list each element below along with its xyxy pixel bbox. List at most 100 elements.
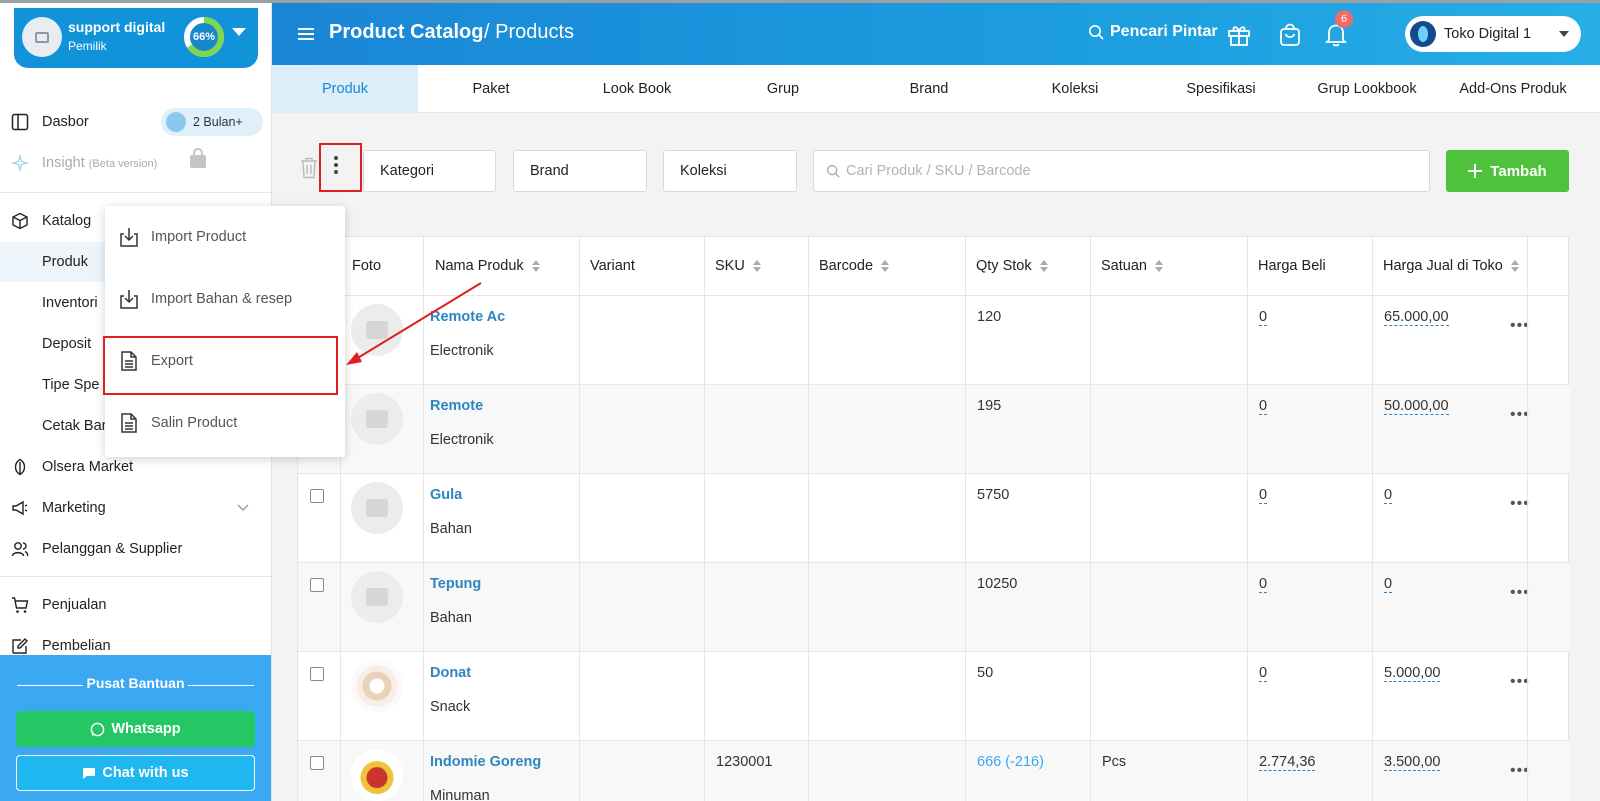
plan-icon	[166, 112, 186, 132]
sidebar-item-insight[interactable]: Insight (Beta version)	[0, 143, 271, 183]
koleksi-filter[interactable]: Koleksi	[663, 150, 797, 192]
trash-icon[interactable]	[300, 157, 318, 179]
tab-brand[interactable]: Brand	[856, 65, 1002, 113]
tab-produk[interactable]: Produk	[272, 65, 418, 113]
column-header-barcode[interactable]: Barcode	[819, 237, 890, 295]
sidebar-item-penjualan[interactable]: Penjualan	[0, 585, 271, 625]
sell-price-editable[interactable]: 3.500,00	[1384, 754, 1441, 771]
menu-item-salin-product[interactable]: Salin Product	[105, 392, 345, 454]
tab-paket[interactable]: Paket	[418, 65, 564, 113]
kategori-filter[interactable]: Kategori	[363, 150, 496, 192]
store-selector[interactable]: Toko Digital 1	[1405, 16, 1581, 52]
column-header-sku[interactable]: SKU	[715, 237, 761, 295]
column-header-satuan[interactable]: Satuan	[1101, 237, 1163, 295]
product-name-link[interactable]: Indomie Goreng	[430, 754, 541, 770]
tab-add-ons-produk[interactable]: Add-Ons Produk	[1440, 65, 1586, 113]
product-search[interactable]	[813, 150, 1430, 192]
chat-button[interactable]: Chat with us	[16, 755, 255, 791]
buy-price-editable[interactable]: 0	[1259, 665, 1268, 682]
sell-price-editable[interactable]: 65.000,00	[1384, 309, 1449, 326]
product-name-link[interactable]: Remote Ac	[430, 309, 505, 325]
table-row[interactable]: Remote Ac Electronik 120 0 65.000,00 •••	[298, 295, 1570, 384]
product-name-link[interactable]: Gula	[430, 487, 462, 503]
annotation-highlight	[319, 143, 362, 192]
qty-stock-cell[interactable]: 666 (-216)	[977, 754, 1044, 770]
table-row[interactable]: Gula Bahan 5750 0 0 •••	[298, 473, 1570, 562]
product-name-link[interactable]: Remote	[430, 398, 483, 414]
add-product-button[interactable]: Tambah	[1446, 150, 1569, 192]
brand-filter[interactable]: Brand	[513, 150, 647, 192]
plan-badge[interactable]: 2 Bulan+	[161, 108, 263, 136]
row-checkbox[interactable]	[310, 667, 324, 681]
sidebar-item-label: Katalog	[42, 213, 92, 229]
tab-grup-lookbook[interactable]: Grup Lookbook	[1294, 65, 1440, 113]
sell-price-editable[interactable]: 50.000,00	[1384, 398, 1449, 415]
sidebar-item-pelanggan[interactable]: Pelanggan & Supplier	[0, 529, 271, 569]
row-checkbox[interactable]	[310, 756, 324, 770]
chevron-down-icon[interactable]	[232, 28, 246, 36]
sidebar-item-marketing[interactable]: Marketing	[0, 488, 271, 528]
placeholder-image-icon	[366, 588, 388, 606]
product-photo	[351, 393, 403, 445]
annotation-highlight	[103, 336, 338, 395]
product-name-link[interactable]: Tepung	[430, 576, 481, 592]
sort-icon	[752, 260, 761, 272]
column-header-foto: Foto	[352, 258, 382, 274]
sell-price-editable[interactable]: 0	[1384, 576, 1393, 593]
buy-price-editable[interactable]: 2.774,36	[1259, 754, 1316, 771]
help-panel: Pusat Bantuan Whatsapp Chat with us	[0, 655, 271, 801]
product-name-link[interactable]: Donat	[430, 665, 471, 681]
lock-icon	[190, 148, 206, 168]
sell-price-editable[interactable]: 0	[1384, 487, 1393, 504]
product-category: Bahan	[430, 610, 472, 626]
shopping-bag-icon[interactable]	[1277, 21, 1303, 47]
whatsapp-button[interactable]: Whatsapp	[16, 711, 255, 747]
profile-card[interactable]: support digital Pemilik 66%	[14, 8, 258, 68]
table-row[interactable]: Tepung Bahan 10250 0 0 •••	[298, 562, 1570, 651]
sort-icon	[1039, 260, 1048, 272]
sparkle-icon	[11, 154, 29, 172]
menu-item-import-product[interactable]: Import Product	[105, 206, 345, 268]
search-input[interactable]	[846, 163, 1406, 179]
gift-icon[interactable]	[1226, 21, 1252, 47]
buy-price-editable[interactable]: 0	[1259, 398, 1268, 415]
chevron-down-icon	[237, 504, 249, 511]
whatsapp-icon	[91, 722, 105, 736]
buy-price-editable[interactable]: 0	[1259, 487, 1268, 504]
column-header-qty-stok[interactable]: Qty Stok	[976, 237, 1048, 295]
qty-stock-cell: 10250	[977, 576, 1018, 592]
buy-price-editable[interactable]: 0	[1259, 576, 1268, 593]
sidebar-item-label: Insight	[42, 155, 85, 171]
menu-icon[interactable]	[298, 28, 314, 40]
import-icon	[120, 228, 138, 247]
product-category: Electronik	[430, 343, 494, 359]
smart-search-button[interactable]: Pencari Pintar	[1088, 23, 1218, 41]
table-row[interactable]: Indomie Goreng Minuman 1230001 666 (-216) Pc…	[298, 740, 1570, 801]
product-category: Electronik	[430, 432, 494, 448]
row-checkbox[interactable]	[310, 489, 324, 503]
column-header-harga-jual[interactable]: Harga Jual di Toko	[1383, 237, 1519, 295]
sidebar-item-label: Marketing	[42, 500, 106, 516]
qty-stock-cell: 120	[977, 309, 1002, 325]
store-name: Toko Digital 1	[1444, 26, 1532, 42]
sort-icon	[1154, 260, 1163, 272]
column-header-nama-produk[interactable]: Nama Produk	[435, 237, 540, 295]
sidebar-item-label: Penjualan	[42, 597, 107, 613]
app-window: support digital Pemilik 66% Dasbor 2 Bul…	[0, 3, 1600, 801]
plan-badge-label: 2 Bulan+	[193, 115, 243, 129]
tab-look-book[interactable]: Look Book	[564, 65, 710, 113]
plus-icon	[1468, 164, 1483, 178]
menu-item-label: Import Bahan & resep	[151, 291, 293, 307]
menu-item-import-bahan[interactable]: Import Bahan & resep	[105, 268, 345, 330]
actions-dropdown: Import Product Import Bahan & resep Expo…	[105, 206, 345, 457]
divider	[188, 685, 254, 686]
row-checkbox[interactable]	[310, 578, 324, 592]
table-row[interactable]: Donat Snack 50 0 5.000,00 •••	[298, 651, 1570, 740]
buy-price-editable[interactable]: 0	[1259, 309, 1268, 326]
sidebar-item-label: Produk	[42, 254, 88, 270]
tab-spesifikasi[interactable]: Spesifikasi	[1148, 65, 1294, 113]
tab-grup[interactable]: Grup	[710, 65, 856, 113]
tab-koleksi[interactable]: Koleksi	[1002, 65, 1148, 113]
sell-price-editable[interactable]: 5.000,00	[1384, 665, 1441, 682]
table-row[interactable]: Remote Electronik 195 0 50.000,00 •••	[298, 384, 1570, 473]
